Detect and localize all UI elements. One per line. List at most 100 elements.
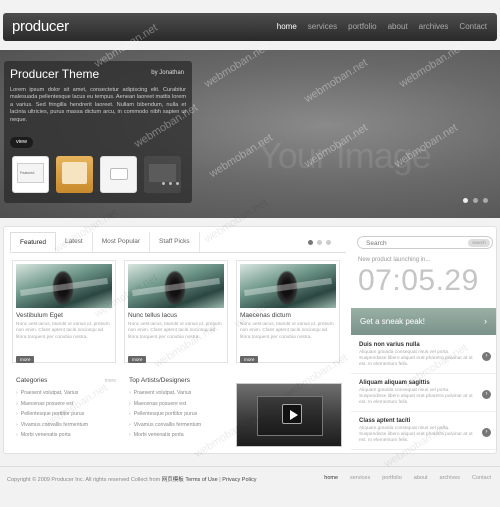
- artist-item[interactable]: Praesent volutpat, Varius: [129, 388, 229, 399]
- more-button[interactable]: more: [128, 356, 147, 363]
- footer-nav: home services portfolio about archives C…: [312, 475, 491, 481]
- featured-description: Lorem ipsum dolor sit amet, consectetur …: [10, 87, 186, 123]
- page-dot[interactable]: [308, 240, 313, 245]
- tab-staff-picks[interactable]: Staff Picks: [150, 232, 200, 252]
- news-item[interactable]: Class aptent taciti Aliquam gravida cons…: [351, 414, 496, 450]
- post-excerpt: Nunc velit lacus, blandit ut varius id, …: [128, 322, 222, 340]
- post-title[interactable]: Maecenas dictum: [240, 312, 336, 319]
- search-box: search: [357, 236, 493, 249]
- news-title: Duis non varius nulla: [359, 342, 420, 348]
- hero-dot[interactable]: [473, 198, 478, 203]
- post-list: Vestibulum Eget Nunc velit lacus, blandi…: [12, 260, 340, 363]
- thumbnail[interactable]: [100, 156, 137, 193]
- featured-byline: by Jonathan: [151, 70, 184, 76]
- featured-thumbnails: Featured: [12, 156, 181, 193]
- hero-dot[interactable]: [483, 198, 488, 203]
- post-excerpt: Nunc velit lacus, blandit ut varius id, …: [16, 322, 110, 340]
- nav-archives[interactable]: archives: [419, 22, 449, 31]
- hero-pagination: [463, 198, 488, 203]
- artist-item[interactable]: Pellentesque porttitor purus: [129, 409, 229, 420]
- nav-portfolio[interactable]: portfolio: [348, 22, 376, 31]
- nav-about[interactable]: about: [388, 22, 408, 31]
- tab-featured[interactable]: Featured: [10, 232, 57, 252]
- footer-nav-services[interactable]: services: [350, 475, 370, 481]
- view-button[interactable]: view: [10, 137, 34, 148]
- header-bar: producer home services portfolio about a…: [3, 13, 497, 41]
- featured-panel: Producer Theme by Jonathan Lorem ipsum d…: [4, 61, 192, 203]
- post-excerpt: Nunc velit lacus, blandit ut varius id, …: [240, 322, 334, 340]
- footer-nav-about[interactable]: about: [414, 475, 428, 481]
- search-input[interactable]: [366, 238, 456, 248]
- news-item[interactable]: Aliquam aliquam sagittis Aliquam gravida…: [351, 376, 496, 412]
- category-item[interactable]: Vivamus convallis fermentum: [16, 420, 116, 431]
- post-card: Maecenas dictum Nunc velit lacus, blandi…: [236, 260, 340, 363]
- footer-nav-portfolio[interactable]: portfolio: [382, 475, 402, 481]
- arrow-right-icon: ›: [484, 316, 487, 326]
- play-icon[interactable]: [282, 404, 302, 424]
- collect-link[interactable]: 网页模板: [162, 477, 184, 483]
- artists-title: Top Artists/Designers: [129, 377, 191, 384]
- artist-item[interactable]: Morbi venenatis porta: [129, 430, 229, 441]
- thumbnail[interactable]: [56, 156, 93, 193]
- news-text: Aliquam gravida consequat risus vel port…: [359, 388, 473, 406]
- thumbnail[interactable]: [144, 156, 181, 193]
- more-button[interactable]: more: [16, 356, 35, 363]
- arrow-circle-icon[interactable]: ›: [482, 390, 491, 399]
- hero-image-text: Your Image: [258, 135, 432, 176]
- copyright-text: Copyright © 2009 Producer Inc. All right…: [7, 477, 161, 483]
- news-text: Aliquam gravida consequat risus vel port…: [359, 426, 473, 444]
- tab-most-popular[interactable]: Most Popular: [93, 232, 151, 252]
- page-dot[interactable]: [317, 240, 322, 245]
- post-image[interactable]: [128, 264, 224, 308]
- arrow-circle-icon[interactable]: ›: [482, 352, 491, 361]
- hero-dot[interactable]: [463, 198, 468, 203]
- post-title[interactable]: Nunc tellus lacus: [128, 312, 224, 319]
- nav-services[interactable]: services: [308, 22, 337, 31]
- nav-home[interactable]: home: [277, 22, 297, 31]
- thumb-dot[interactable]: [162, 182, 165, 185]
- category-item[interactable]: Praesent volutpat, Varius: [16, 388, 116, 399]
- terms-link[interactable]: Terms of Use: [185, 477, 217, 483]
- news-item[interactable]: Duis non varius nulla Aliquam gravida co…: [351, 338, 496, 374]
- thumbnail[interactable]: Featured: [12, 156, 49, 193]
- footer-divider: [0, 466, 500, 467]
- news-title: Class aptent taciti: [359, 418, 411, 424]
- video-player[interactable]: [236, 383, 342, 447]
- featured-title: Producer Theme: [10, 67, 100, 81]
- launch-text: New product launching in...: [358, 257, 431, 263]
- post-card: Nunc tellus lacus Nunc velit lacus, blan…: [124, 260, 228, 363]
- footer-nav-home[interactable]: home: [324, 475, 338, 481]
- artist-item[interactable]: Vivamus convallis fermentum: [129, 420, 229, 431]
- site-logo[interactable]: producer: [12, 18, 69, 35]
- post-image[interactable]: [240, 264, 336, 308]
- category-item[interactable]: Pellentesque porttitor purus: [16, 409, 116, 420]
- sneak-peak-label: Get a sneak peak!: [360, 317, 425, 326]
- footer-nav-contact[interactable]: Contact: [472, 475, 491, 481]
- post-image[interactable]: [16, 264, 112, 308]
- tab-divider: [10, 252, 346, 253]
- more-button[interactable]: more: [240, 356, 259, 363]
- page-dot[interactable]: [326, 240, 331, 245]
- news-title: Aliquam aliquam sagittis: [359, 380, 430, 386]
- footer-nav-archives[interactable]: archives: [440, 475, 460, 481]
- countdown-clock: 07:05.29: [358, 264, 479, 297]
- nav-contact[interactable]: Contact: [459, 22, 487, 31]
- categories-more-link[interactable]: more: [105, 378, 116, 384]
- artist-item[interactable]: Maecenas posuere est: [129, 399, 229, 410]
- artists-list: Top Artists/Designers Praesent volutpat,…: [129, 377, 229, 441]
- thumb-dot[interactable]: [176, 182, 179, 185]
- privacy-link[interactable]: Privacy Policy: [222, 477, 256, 483]
- arrow-circle-icon[interactable]: ›: [482, 428, 491, 437]
- category-item[interactable]: Maecenas posuere est: [16, 399, 116, 410]
- content-card: Featured Latest Most Popular Staff Picks…: [3, 226, 497, 454]
- post-title[interactable]: Vestibulum Eget: [16, 312, 112, 319]
- main-nav: home services portfolio about archives C…: [266, 22, 487, 31]
- category-item[interactable]: Morbi venenatis porta: [16, 430, 116, 441]
- tab-latest[interactable]: Latest: [56, 232, 93, 252]
- footer-copyright: Copyright © 2009 Producer Inc. All right…: [7, 475, 256, 483]
- footer-separator: |: [219, 477, 221, 483]
- thumb-dot[interactable]: [169, 182, 172, 185]
- search-button[interactable]: search: [468, 239, 490, 247]
- sneak-peak-button[interactable]: Get a sneak peak! ›: [351, 308, 496, 335]
- news-text: Aliquam gravida consequat risus vel port…: [359, 350, 473, 368]
